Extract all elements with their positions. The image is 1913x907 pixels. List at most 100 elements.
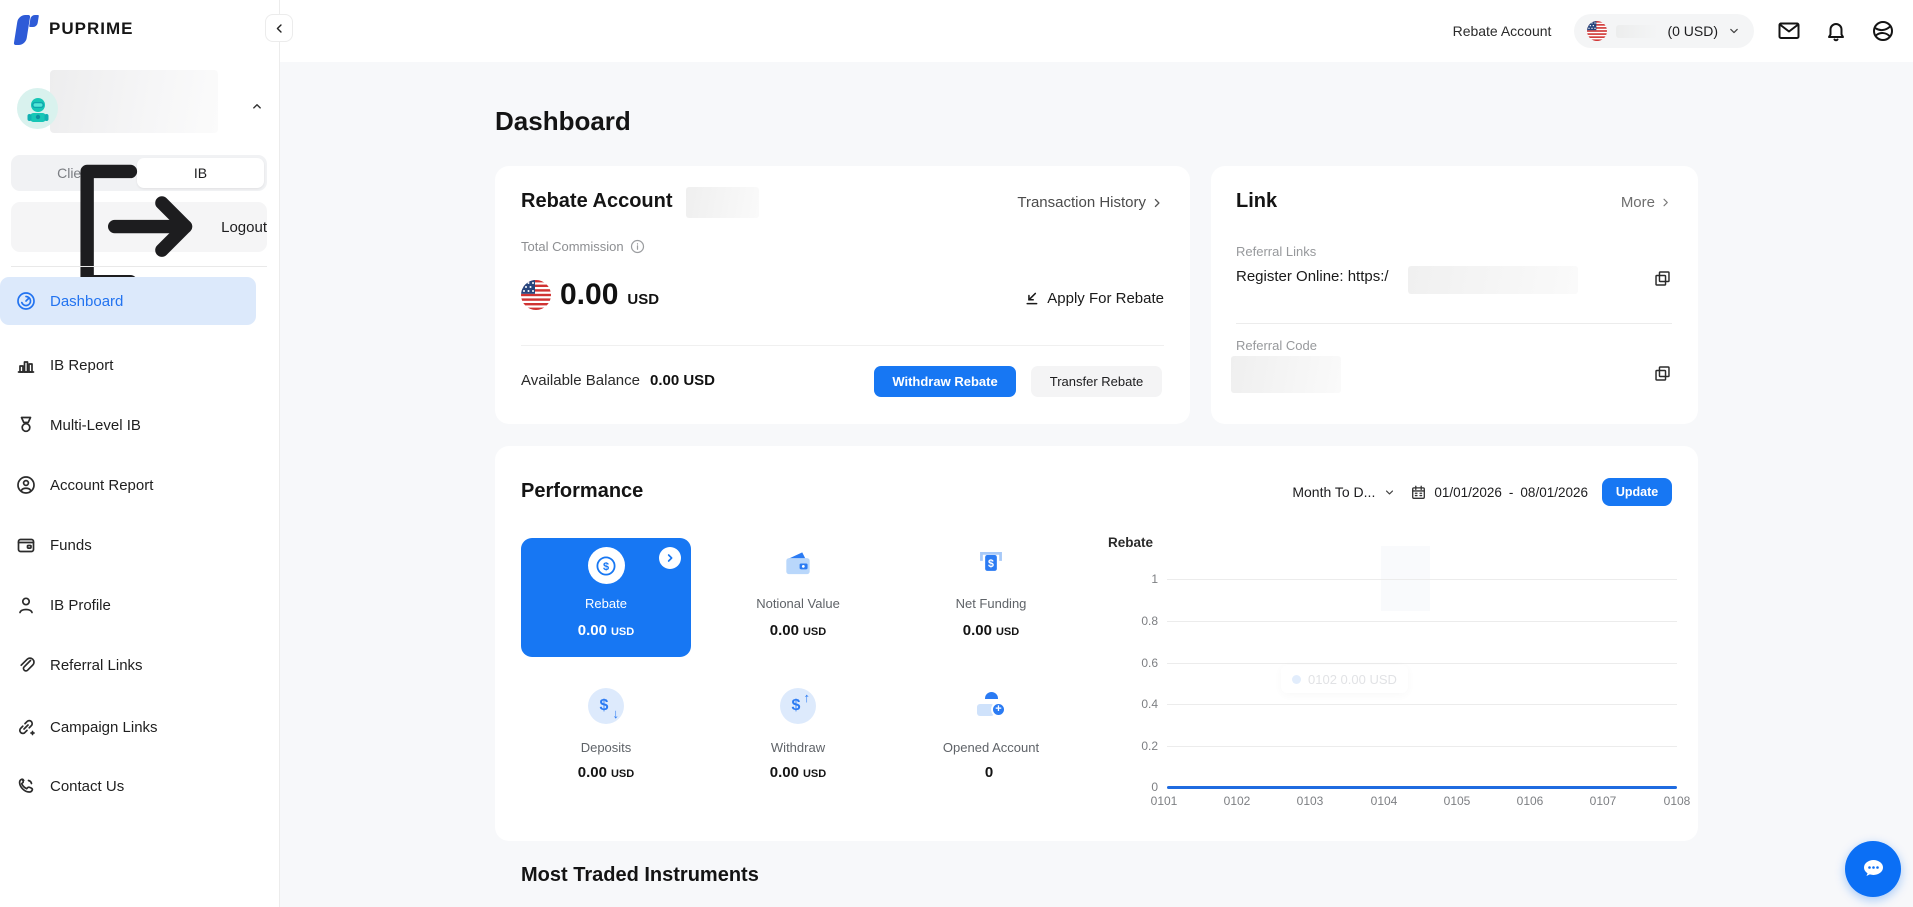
sidebar-item-label: Dashboard <box>50 293 123 310</box>
logout-button[interactable]: Logout <box>11 202 267 252</box>
sidebar-item-dashboard[interactable]: Dashboard <box>0 277 256 325</box>
us-flag-icon <box>521 280 551 310</box>
tile-opened-account[interactable]: + Opened Account 0 <box>906 678 1076 788</box>
sidebar-item-label: Campaign Links <box>50 719 158 736</box>
wallet-icon <box>15 534 37 556</box>
date-range-picker[interactable]: 01/01/2026 - 08/01/2026 <box>1410 484 1588 501</box>
account-selector[interactable]: (0 USD) <box>1574 14 1754 48</box>
sidebar-item-campaign-links[interactable]: Campaign Links <box>0 703 256 751</box>
wallet-money-icon <box>781 548 815 580</box>
calendar-icon <box>1410 484 1427 501</box>
x-tick: 0106 <box>1505 794 1555 808</box>
available-balance-value: 0.00 USD <box>650 372 715 389</box>
mail-icon[interactable] <box>1777 19 1801 43</box>
apply-rebate-icon <box>1023 290 1040 307</box>
x-tick: 0101 <box>1139 794 1189 808</box>
x-tick: 0102 <box>1212 794 1262 808</box>
link-card-title: Link <box>1236 190 1277 213</box>
account-balance: (0 USD) <box>1667 23 1718 39</box>
chart-tooltip: 0102 0.00 USD <box>1281 665 1408 693</box>
cash-deposit-icon: $ <box>974 548 1008 580</box>
update-button[interactable]: Update <box>1602 478 1672 506</box>
sidebar-item-label: Account Report <box>50 477 153 494</box>
tile-value: 0.00USD <box>713 622 883 639</box>
x-tick: 0104 <box>1359 794 1409 808</box>
svg-text:$: $ <box>603 561 609 573</box>
y-tick: 0.2 <box>1118 739 1158 753</box>
withdraw-rebate-button[interactable]: Withdraw Rebate <box>874 366 1016 397</box>
tile-rebate[interactable]: $ Rebate 0.00USD <box>521 538 691 657</box>
live-chat-button[interactable] <box>1845 841 1901 897</box>
chevron-down-icon <box>1383 486 1396 499</box>
available-balance-row: Available Balance 0.00 USD <box>521 372 715 389</box>
brand-name: PUPRIME <box>49 19 133 39</box>
chevron-left-icon <box>273 22 286 35</box>
chevron-right-icon <box>1150 196 1164 210</box>
tile-label: Opened Account <box>906 740 1076 755</box>
dollar-coin-icon: $ <box>588 547 625 584</box>
sidebar-item-ib-profile[interactable]: IB Profile <box>0 581 256 629</box>
apply-for-rebate-link[interactable]: Apply For Rebate <box>1023 290 1164 307</box>
tile-label: Net Funding <box>906 596 1076 611</box>
profile-collapse-chevron-up-icon[interactable] <box>250 99 264 113</box>
sidebar-item-contact-us[interactable]: Contact Us <box>0 762 256 810</box>
sidebar-item-funds[interactable]: Funds <box>0 521 256 569</box>
date-from: 01/01/2026 <box>1434 485 1502 500</box>
chevron-right-icon <box>1659 196 1672 209</box>
tile-notional-value[interactable]: Notional Value 0.00USD <box>713 538 883 657</box>
copy-icon[interactable] <box>1653 269 1672 288</box>
sidebar-item-label: Contact Us <box>50 778 124 795</box>
info-icon[interactable] <box>630 239 645 254</box>
tile-value: 0.00USD <box>521 764 691 781</box>
commission-amount-row: 0.00 USD <box>521 278 659 312</box>
sidebar-item-label: Referral Links <box>50 657 143 674</box>
more-link[interactable]: More <box>1621 194 1672 211</box>
opened-account-icon: + <box>973 692 1009 724</box>
gridline <box>1167 746 1677 747</box>
bar-chart-icon <box>15 354 37 376</box>
sidebar-collapse-button[interactable] <box>265 14 293 42</box>
brand-logo: PUPRIME <box>14 12 133 46</box>
sidebar-item-label: IB Report <box>50 357 113 374</box>
puprime-logo-icon <box>14 12 40 46</box>
commission-amount: 0.00 <box>560 278 618 312</box>
date-separator: - <box>1509 485 1514 500</box>
most-traded-instruments-title: Most Traded Instruments <box>521 864 759 887</box>
tile-detail-arrow[interactable] <box>659 547 681 569</box>
account-number-redacted <box>1616 25 1658 38</box>
bell-icon[interactable] <box>1824 19 1848 43</box>
card-divider <box>1236 323 1672 324</box>
tile-label: Withdraw <box>713 740 883 755</box>
dashboard-icon <box>15 290 37 312</box>
referral-code-label: Referral Code <box>1236 338 1317 353</box>
globe-icon[interactable] <box>1871 19 1895 43</box>
period-dropdown[interactable]: Month To D... <box>1292 484 1396 500</box>
tile-withdraw[interactable]: $↑ Withdraw 0.00USD <box>713 678 883 788</box>
copy-icon[interactable] <box>1653 364 1672 383</box>
tile-deposits[interactable]: $↓ Deposits 0.00USD <box>521 678 691 788</box>
referral-link-text: Register Online: https:/ <box>1236 268 1389 285</box>
robot-avatar-icon <box>23 94 53 124</box>
tile-net-funding[interactable]: $ Net Funding 0.00USD <box>906 538 1076 657</box>
y-tick: 0 <box>1118 780 1158 794</box>
sidebar-item-ib-report[interactable]: IB Report <box>0 341 256 389</box>
avatar[interactable] <box>17 88 58 129</box>
page-title: Dashboard <box>495 106 631 137</box>
commission-currency: USD <box>627 291 659 308</box>
y-tick: 0.6 <box>1118 656 1158 670</box>
gridline <box>1167 621 1677 622</box>
withdraw-icon: $↑ <box>780 688 816 724</box>
us-flag-icon <box>1587 21 1607 41</box>
transfer-rebate-button[interactable]: Transfer Rebate <box>1031 366 1162 397</box>
tile-value: 0 <box>906 764 1076 781</box>
sidebar-item-label: IB Profile <box>50 597 111 614</box>
total-commission-row: Total Commission <box>521 239 645 254</box>
sidebar-item-account-report[interactable]: Account Report <box>0 461 256 509</box>
svg-text:$: $ <box>988 558 994 570</box>
tile-value: 0.00USD <box>906 622 1076 639</box>
chevron-right-icon <box>664 552 676 564</box>
transaction-history-link[interactable]: Transaction History <box>1017 194 1164 211</box>
x-tick: 0107 <box>1578 794 1628 808</box>
sidebar-item-referral-links[interactable]: Referral Links <box>0 641 256 689</box>
sidebar-item-multi-level-ib[interactable]: Multi-Level IB <box>0 401 256 449</box>
